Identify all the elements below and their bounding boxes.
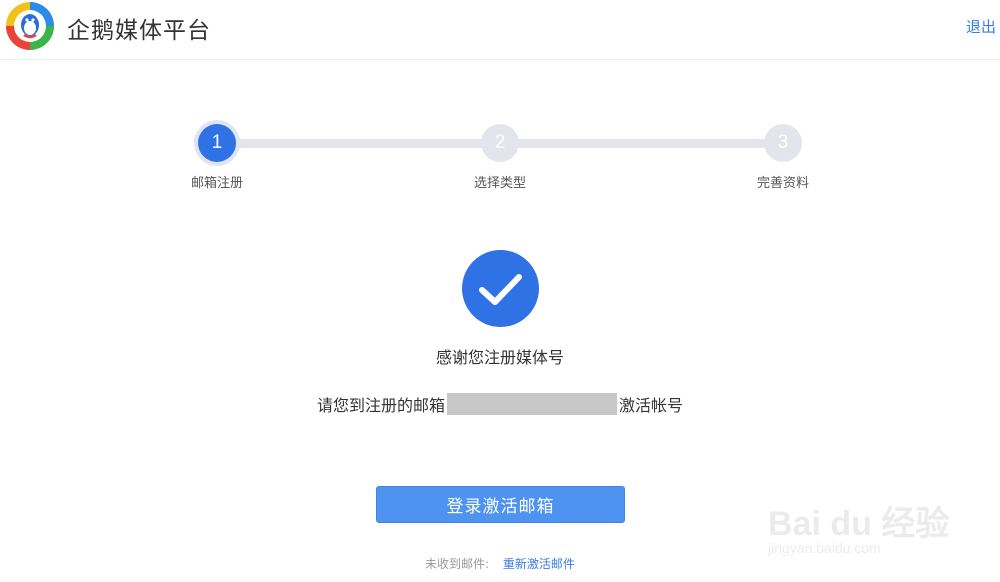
logout-link[interactable]: 退出: [966, 16, 996, 37]
page: 企鹅媒体平台 退出 1 邮箱注册 2 选择类型 3 完善资料 感谢您注册媒体号 …: [0, 0, 1000, 582]
step-complete-profile[interactable]: 3 完善资料: [738, 120, 828, 191]
step-select-type[interactable]: 2 选择类型: [455, 120, 545, 191]
check-circle-icon: [462, 250, 539, 327]
resend-activation-link[interactable]: 重新激活邮件: [503, 557, 575, 571]
step-label: 完善资料: [756, 176, 809, 191]
activation-instruction: 请您到注册的邮箱 激活帐号: [0, 392, 1000, 416]
step-number-badge: 3: [764, 124, 802, 162]
step-email-register[interactable]: 1 邮箱注册: [172, 120, 262, 191]
instruction-prefix: 请您到注册的邮箱: [316, 396, 445, 415]
step-label: 邮箱注册: [190, 176, 243, 191]
watermark-brand: Bai du 经验: [768, 505, 950, 543]
step-number-badge: 1: [198, 124, 236, 162]
instruction-suffix: 激活帐号: [619, 396, 684, 415]
baidu-watermark: Bai du 经验 jingyan.baidu.com: [768, 478, 968, 578]
step-number-badge: 2: [481, 124, 519, 162]
resend-prompt: 未收到邮件:: [425, 557, 490, 571]
penguin-logo-icon: [6, 2, 54, 50]
watermark-url: jingyan.baidu.com: [768, 540, 881, 556]
login-activation-email-button[interactable]: 登录激活邮箱: [376, 486, 625, 523]
app-title: 企鹅媒体平台: [67, 18, 211, 44]
top-header: 企鹅媒体平台 退出: [0, 0, 1000, 60]
registration-stepper: 1 邮箱注册 2 选择类型 3 完善资料: [0, 120, 1000, 200]
step-label: 选择类型: [473, 176, 526, 191]
masked-email-address: [447, 393, 617, 415]
thanks-message: 感谢您注册媒体号: [435, 348, 564, 367]
